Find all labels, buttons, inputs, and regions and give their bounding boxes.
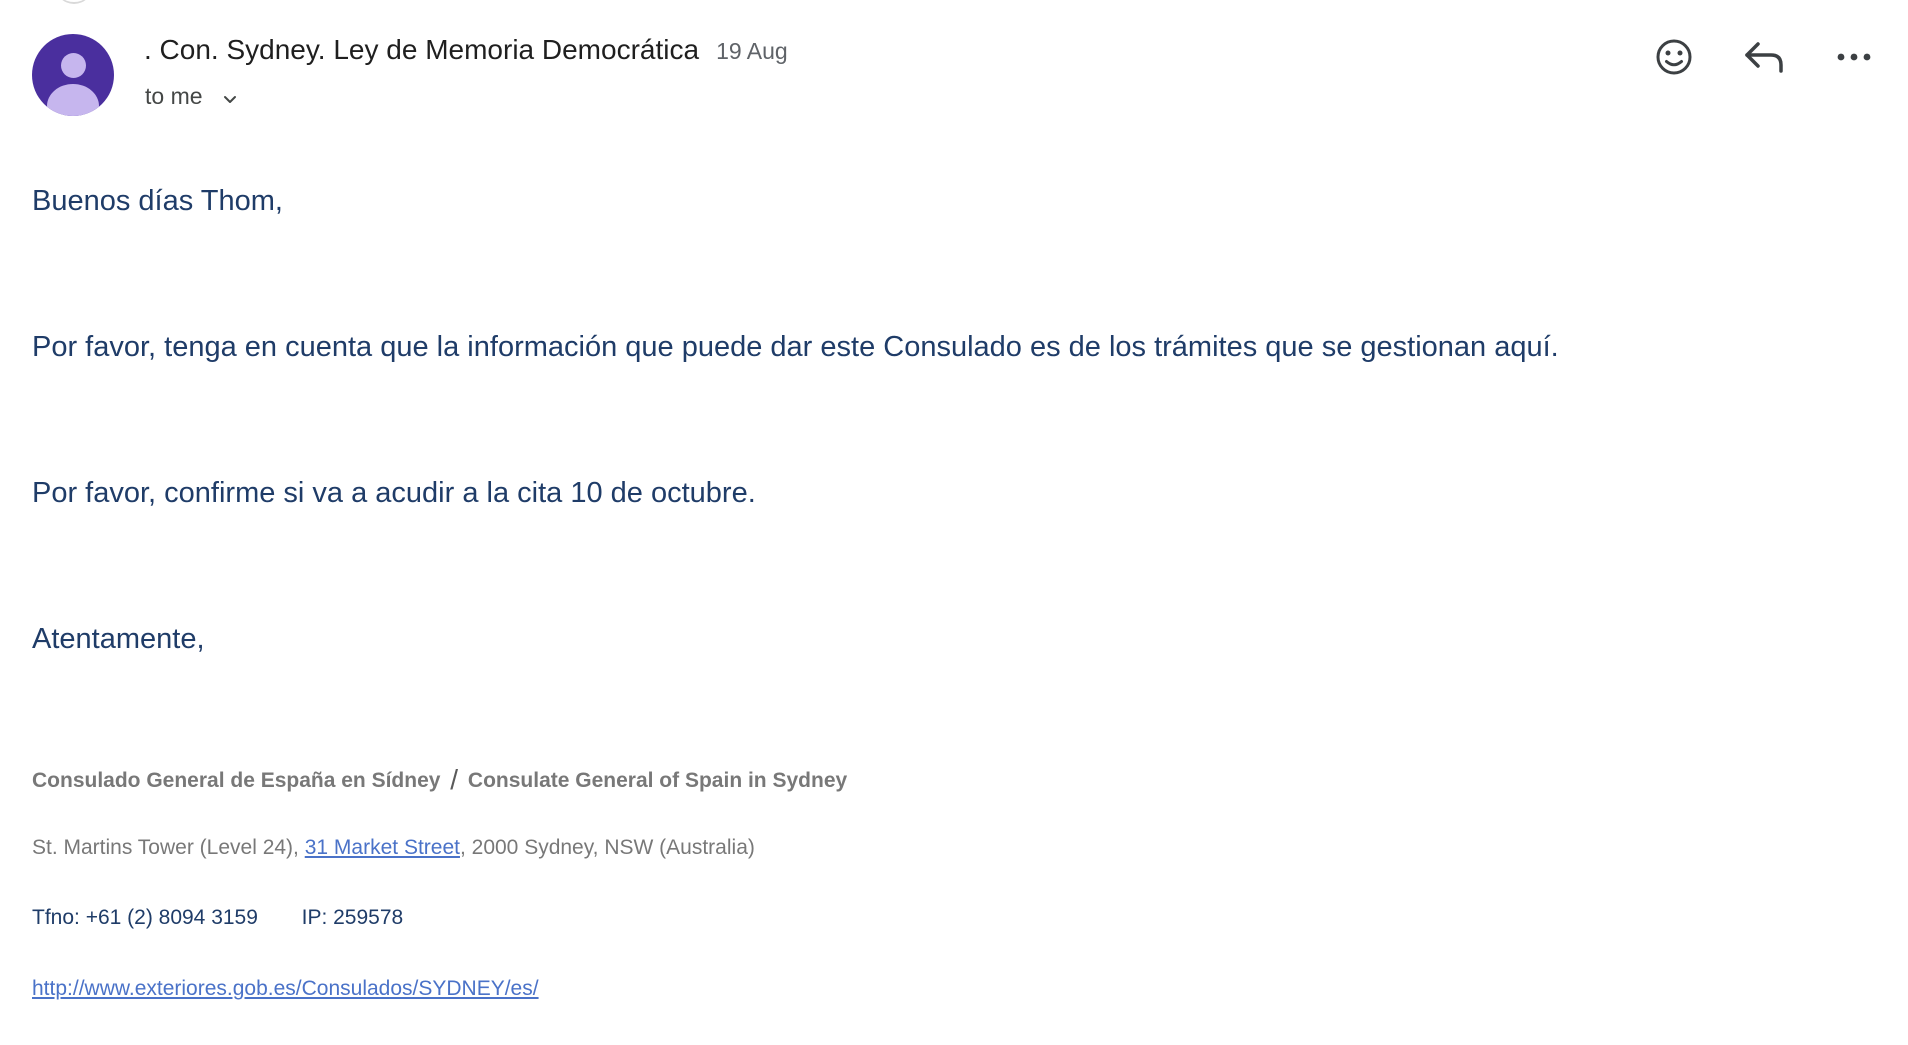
consulate-website-link[interactable]: http://www.exteriores.gob.es/Consulados/… bbox=[32, 977, 539, 1001]
address-suffix: , 2000 Sydney, NSW (Australia) bbox=[459, 836, 755, 859]
emoji-reaction-button[interactable] bbox=[1646, 34, 1702, 84]
previous-message-avatar-edge bbox=[55, 0, 93, 4]
chevron-down-icon bbox=[223, 88, 236, 106]
sender-avatar[interactable] bbox=[32, 34, 114, 116]
address-prefix: St. Martins Tower (Level 24), bbox=[32, 836, 299, 859]
sender-name[interactable]: . Con. Sydney. Ley de Memoria Democrátic… bbox=[144, 34, 699, 66]
signature-title-es: Consulado General de España en Sídney bbox=[32, 769, 441, 792]
reply-icon bbox=[1742, 37, 1786, 82]
ip-number: IP: 259578 bbox=[301, 906, 404, 929]
signature-contact: Tfno: +61 (2) 8094 3159 IP: 259578 bbox=[32, 906, 403, 930]
signature-address: St. Martins Tower (Level 24), 31 Market … bbox=[32, 836, 755, 860]
reply-button[interactable] bbox=[1736, 34, 1792, 84]
address-map-link[interactable]: 31 Market Street bbox=[305, 836, 460, 859]
more-options-button[interactable] bbox=[1826, 34, 1882, 84]
avatar-head-shape bbox=[61, 53, 86, 78]
message-paragraph-1: Por favor, tenga en cuenta que la inform… bbox=[32, 331, 1559, 363]
message-greeting: Buenos días Thom, bbox=[32, 185, 283, 217]
message-actions bbox=[1646, 34, 1882, 84]
phone-number: Tfno: +61 (2) 8094 3159 bbox=[32, 906, 258, 929]
signature-title-en: Consulate General of Spain in Sydney bbox=[467, 769, 848, 792]
message-closing: Atentamente, bbox=[32, 623, 205, 655]
signature-title: Consulado General de España en Sídney / … bbox=[32, 764, 847, 796]
message-date: 19 Aug bbox=[716, 38, 788, 64]
avatar-body-shape bbox=[47, 84, 99, 116]
more-options-icon bbox=[1834, 49, 1874, 70]
emoji-reaction-icon bbox=[1654, 37, 1694, 82]
recipient-toggle[interactable]: to me bbox=[145, 83, 236, 110]
recipient-label: to me bbox=[145, 83, 203, 109]
message-paragraph-2: Por favor, confirme si va a acudir a la … bbox=[32, 477, 756, 509]
sender-line: . Con. Sydney. Ley de Memoria Democrátic… bbox=[144, 34, 788, 66]
signature-separator: / bbox=[450, 764, 459, 795]
